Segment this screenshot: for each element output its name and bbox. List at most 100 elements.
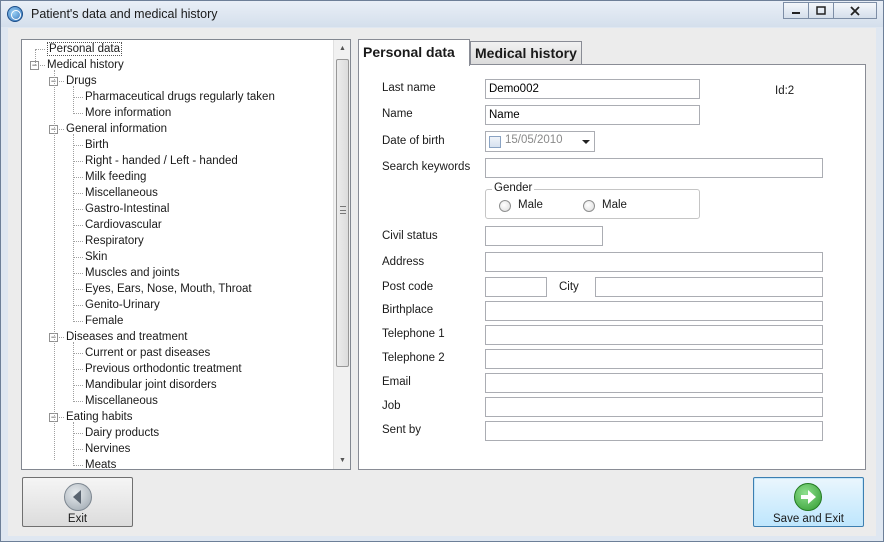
tree-guide-line [73, 134, 74, 322]
tree-item[interactable]: Nervines [85, 441, 130, 457]
tree-scrollbar[interactable]: ▲ ▼ [333, 40, 350, 469]
chevron-down-icon[interactable] [582, 140, 590, 144]
exit-button[interactable]: Exit [22, 477, 133, 527]
tree-item-label: Personal data [47, 42, 122, 56]
tree-item[interactable]: Meats [85, 457, 116, 469]
tree-item[interactable]: Miscellaneous [85, 393, 158, 409]
maximize-button[interactable] [808, 2, 834, 19]
keywords-field[interactable] [485, 158, 823, 178]
tree-connector [73, 161, 83, 162]
tree-item[interactable]: Mandibular joint disorders [85, 377, 217, 393]
job-field[interactable] [485, 397, 823, 417]
dob-picker[interactable]: 15/05/2010 [485, 131, 595, 152]
dob-checkbox[interactable] [489, 136, 501, 148]
close-icon [850, 5, 860, 16]
sent-by-field[interactable] [485, 421, 823, 441]
tree-connector [73, 97, 83, 98]
tree-item[interactable]: Eyes, Ears, Nose, Mouth, Throat [85, 281, 252, 297]
tree-item[interactable]: Milk feeding [85, 169, 146, 185]
civil-status-field[interactable] [485, 226, 603, 246]
tree-item[interactable]: Cardiovascular [85, 217, 162, 233]
tree-item-label: Female [85, 315, 124, 327]
name-field[interactable]: Name [485, 105, 700, 125]
tree-connector [73, 145, 83, 146]
tree-item[interactable]: Skin [85, 249, 107, 265]
title-bar[interactable]: Patient's data and medical history [1, 1, 883, 27]
tree-item-label: More information [85, 107, 172, 119]
forward-arrow-icon [794, 483, 822, 511]
city-label: City [559, 281, 579, 293]
telephone1-field[interactable] [485, 325, 823, 345]
tree-item[interactable]: General information [66, 121, 167, 137]
tree-connector [73, 449, 83, 450]
tree-item-label: Dairy products [85, 427, 160, 439]
tree-item[interactable]: More information [85, 105, 171, 121]
tree-connector [73, 209, 83, 210]
tree-item[interactable]: Diseases and treatment [66, 329, 187, 345]
scroll-down-arrow-icon[interactable]: ▼ [334, 452, 350, 469]
tree-item[interactable]: Eating habits [66, 409, 133, 425]
postcode-field[interactable] [485, 277, 547, 297]
tree-connector [73, 321, 83, 322]
tab-medical-history[interactable]: Medical history [470, 41, 582, 64]
gender-option-1-label[interactable]: Male [518, 199, 543, 211]
tree-connector [73, 353, 83, 354]
tree-item-label: Birth [85, 139, 109, 151]
tree-connector [73, 193, 83, 194]
keywords-label: Search keywords [382, 161, 471, 173]
tree-item[interactable]: Female [85, 313, 123, 329]
tree-item[interactable]: Genito-Urinary [85, 297, 160, 313]
close-button[interactable] [833, 2, 877, 19]
birthplace-field[interactable] [485, 301, 823, 321]
address-field[interactable] [485, 252, 823, 272]
gender-option-2-label[interactable]: Male [602, 199, 627, 211]
patient-id: Id:2 [775, 85, 795, 97]
tree-item[interactable]: Birth [85, 137, 109, 153]
job-label: Job [382, 400, 401, 412]
scroll-thumb[interactable] [336, 59, 349, 367]
tree-connector [73, 225, 83, 226]
tree-item[interactable]: Current or past diseases [85, 345, 210, 361]
telephone2-label: Telephone 2 [382, 352, 445, 364]
tree-item[interactable]: Muscles and joints [85, 265, 180, 281]
tree-item[interactable]: Pharmaceutical drugs regularly taken [85, 89, 275, 105]
scroll-up-arrow-icon[interactable]: ▲ [334, 40, 350, 57]
minimize-button[interactable] [783, 2, 809, 19]
tree-item-label: Right - handed / Left - handed [85, 155, 238, 167]
tree-item[interactable]: Respiratory [85, 233, 144, 249]
tree-item-label: Miscellaneous [85, 395, 158, 407]
maximize-icon [816, 5, 826, 15]
tree-item[interactable]: Medical history [47, 57, 124, 73]
birthplace-label: Birthplace [382, 304, 434, 316]
tree-connector [73, 401, 83, 402]
tree-item-label: Eating habits [66, 411, 133, 423]
city-field[interactable] [595, 277, 823, 297]
tab-control: Personal data Medical history Last name … [358, 39, 866, 470]
tree-item-label: Medical history [47, 59, 124, 71]
gender-radio-1[interactable] [499, 200, 511, 212]
tree-connector [73, 273, 83, 274]
gender-radio-2[interactable] [583, 200, 595, 212]
tree-item[interactable]: Right - handed / Left - handed [85, 153, 238, 169]
gender-group: Gender Male Male [485, 182, 700, 219]
postcode-label: Post code [382, 281, 434, 293]
history-tree[interactable]: Personal data − Medical history − Drugs Pharm… [21, 39, 351, 470]
client-area: Personal data − Medical history − Drugs Pharm… [8, 28, 876, 536]
tree-item[interactable]: Dairy products [85, 425, 159, 441]
window-controls [783, 2, 877, 20]
dob-label: Date of birth [382, 135, 445, 147]
tree-item[interactable]: Personal data [47, 41, 122, 57]
email-field[interactable] [485, 373, 823, 393]
tree-item-label: Skin [85, 251, 108, 263]
app-icon [7, 6, 23, 22]
tree-item[interactable]: Drugs [66, 73, 97, 89]
tree-item[interactable]: Previous orthodontic treatment [85, 361, 242, 377]
tree-item-label: Nervines [85, 443, 131, 455]
save-and-exit-button[interactable]: Save and Exit [753, 477, 864, 527]
tab-personal-data[interactable]: Personal data [358, 39, 470, 66]
last-name-field[interactable]: Demo002 [485, 79, 700, 99]
gender-label: Gender [492, 182, 535, 194]
telephone2-field[interactable] [485, 349, 823, 369]
tree-item[interactable]: Gastro-Intestinal [85, 201, 169, 217]
tree-item[interactable]: Miscellaneous [85, 185, 158, 201]
